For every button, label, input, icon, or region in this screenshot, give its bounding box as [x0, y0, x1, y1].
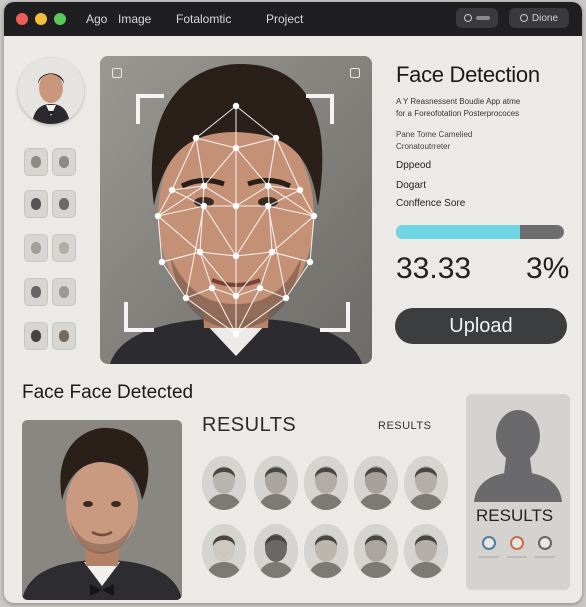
toggle-track: [476, 16, 490, 20]
face-thumb-icon: [59, 330, 69, 342]
uploaded-label: Dppeod: [396, 160, 432, 171]
thumbnail-7[interactable]: [24, 278, 48, 306]
face-thumbnail-icon: [354, 524, 398, 578]
confidence-progress-fill: [396, 225, 521, 239]
thumbnail-4[interactable]: [52, 190, 76, 218]
thumbnail-9[interactable]: [24, 322, 48, 350]
face-thumbnail-icon: [354, 456, 398, 510]
profile-avatar[interactable]: [18, 58, 84, 124]
settings-icon[interactable]: [350, 68, 360, 78]
blue-face-icon[interactable]: [482, 536, 496, 550]
thumbnail-2[interactable]: [52, 148, 76, 176]
page-title: Face Detection: [396, 62, 540, 87]
meta-line-1: Pane Tome Camelied: [396, 130, 473, 139]
result-face-5[interactable]: [404, 456, 448, 510]
result-face-8[interactable]: [304, 524, 348, 578]
indicator-line-2: [507, 556, 527, 558]
face-thumb-icon: [59, 286, 69, 298]
orange-face-icon[interactable]: [510, 536, 524, 550]
dione-button[interactable]: Dione: [509, 8, 569, 28]
results-heading: RESULTS: [202, 414, 297, 436]
face-thumb-icon: [31, 156, 41, 168]
confidence-label: Conffence Sore: [396, 198, 466, 209]
face-thumb-icon: [59, 156, 69, 168]
result-face-10[interactable]: [404, 524, 448, 578]
face-thumbnail-icon: [202, 524, 246, 578]
thumbnail-8[interactable]: [52, 278, 76, 306]
result-face-2[interactable]: [254, 456, 298, 510]
thumbnail-5[interactable]: [24, 234, 48, 262]
result-face-1[interactable]: [202, 456, 246, 510]
results-subheading: RESULTS: [378, 420, 432, 432]
detected-face-photo[interactable]: [22, 420, 182, 600]
silhouette-panel: [466, 394, 570, 590]
menu-item-image[interactable]: Image: [118, 12, 151, 26]
face-thumbnail-icon: [404, 524, 448, 578]
face-thumbnail-icon: [304, 456, 348, 510]
face-thumb-icon: [59, 198, 69, 210]
face-thumb-icon: [31, 330, 41, 342]
face-thumb-icon: [59, 242, 69, 254]
face-detection-preview[interactable]: [100, 56, 372, 364]
toggle-button[interactable]: [456, 8, 498, 28]
face-thumb-icon: [31, 286, 41, 298]
stage-label: Dogart: [396, 180, 427, 191]
detected-face-illustration: [22, 420, 182, 600]
indicator-line-3: [535, 556, 555, 558]
avatar-face-illustration: [18, 58, 84, 124]
upload-button[interactable]: Upload: [395, 308, 567, 344]
close-window-button[interactable]: [16, 13, 28, 25]
face-thumbnail-icon: [254, 524, 298, 578]
image-icon[interactable]: [112, 68, 122, 78]
result-face-4[interactable]: [354, 456, 398, 510]
result-face-3[interactable]: [304, 456, 348, 510]
subtitle-line-1: A Y Reasnessent Boudie App atme: [396, 97, 521, 106]
thumbnail-1[interactable]: [24, 148, 48, 176]
face-thumbnail-icon: [202, 456, 246, 510]
indicator-line-1: [479, 556, 499, 558]
face-thumbnail-icon: [304, 524, 348, 578]
face-mesh-overlay: [100, 56, 372, 364]
face-thumb-icon: [31, 242, 41, 254]
meta-line-2: Cronatoutrreter: [396, 142, 451, 151]
search-icon: [519, 14, 528, 22]
thumbnail-10[interactable]: [52, 322, 76, 350]
face-detected-heading: Face Face Detected: [22, 382, 194, 403]
menu-item-project[interactable]: Project: [266, 12, 303, 26]
score-value: 33.33: [396, 252, 472, 285]
menu-item-fotalomtic[interactable]: Fotalomtic: [176, 12, 231, 26]
toggle-icon: [464, 14, 472, 22]
maximize-window-button[interactable]: [54, 13, 66, 25]
thumbnail-3[interactable]: [24, 190, 48, 218]
minimize-window-button[interactable]: [35, 13, 47, 25]
face-thumb-icon: [31, 198, 41, 210]
result-face-6[interactable]: [202, 524, 246, 578]
thumbnail-6[interactable]: [52, 234, 76, 262]
silhouette-results-label: RESULTS: [476, 506, 554, 525]
app-window: Ago Image Fotalomtic Project Dione Face …: [4, 2, 582, 603]
face-thumbnail-icon: [254, 456, 298, 510]
subtitle-line-2: for a Foreofotation Posterprococes: [396, 109, 520, 118]
result-face-9[interactable]: [354, 524, 398, 578]
result-face-7[interactable]: [254, 524, 298, 578]
menu-item-ago[interactable]: Ago: [86, 12, 107, 26]
dione-button-label: Dione: [531, 12, 559, 24]
face-thumbnail-icon: [404, 456, 448, 510]
percent-value: 3%: [526, 252, 570, 285]
gray-face-icon[interactable]: [538, 536, 552, 550]
title-bar: Ago Image Fotalomtic Project Dione: [4, 2, 582, 36]
person-silhouette-icon: [466, 394, 570, 590]
confidence-progress-bar: [396, 225, 564, 239]
